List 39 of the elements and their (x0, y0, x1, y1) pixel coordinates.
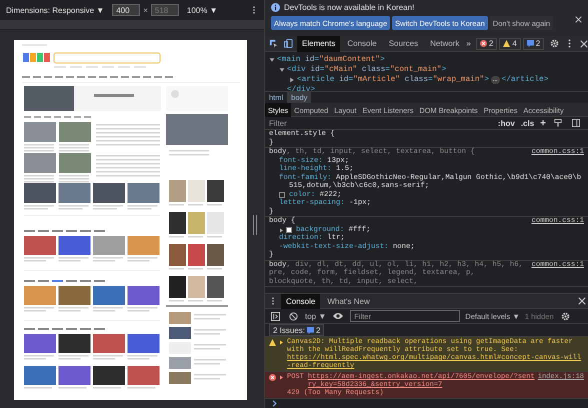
styles-filter-field[interactable]: Filter (269, 118, 492, 128)
issue-counter[interactable]: 2 (476, 38, 498, 50)
panel-tab[interactable]: Sources (384, 36, 424, 52)
drawer-tab[interactable]: Console (281, 294, 320, 308)
message-icon (526, 40, 534, 47)
issue-counter[interactable]: 2 (522, 38, 544, 50)
prompt-chevron-icon (271, 400, 278, 407)
more-tabs-button[interactable]: » (466, 39, 471, 48)
message-icon (307, 326, 314, 334)
classes-button[interactable]: .cls (520, 118, 534, 128)
resize-handle[interactable] (253, 215, 257, 235)
dimensions-dropdown[interactable]: Dimensions: Responsive ▼ (6, 6, 104, 14)
zoom-dropdown[interactable]: 100% ▼ (186, 6, 218, 14)
infobar-message: DevTools is now available in Korean! (284, 3, 414, 12)
device-toggle-icon[interactable] (282, 36, 295, 50)
color-swatch[interactable] (279, 192, 285, 198)
warning-icon (269, 339, 276, 346)
drawer-tab[interactable]: What's New (322, 294, 375, 308)
issues-button[interactable]: 2 Issues: 2 (269, 324, 324, 336)
sidebar-toggle-icon[interactable] (570, 116, 582, 130)
panel-tab[interactable]: Network (425, 36, 464, 52)
close-button[interactable] (575, 16, 582, 23)
issue-counter[interactable]: 4 (499, 38, 521, 50)
warning-icon (503, 40, 510, 47)
info-icon (271, 3, 280, 12)
hover-state-button[interactable]: :hov (498, 118, 515, 128)
width-field[interactable]: 400 (112, 4, 140, 16)
expand-arrow-icon (279, 340, 284, 345)
color-swatch[interactable] (286, 226, 292, 232)
panel-tab[interactable]: Elements (297, 36, 340, 52)
times-sign: × (143, 6, 148, 14)
error-icon (269, 374, 276, 381)
context-dropdown[interactable]: top ▼ (305, 312, 326, 320)
new-rule-button[interactable]: + (540, 118, 546, 128)
sidebar-toggle-icon[interactable] (269, 309, 282, 323)
more-options-icon (250, 6, 258, 14)
panel-tab[interactable]: Console (342, 36, 382, 52)
expand-arrow-icon (279, 375, 284, 380)
error-icon (480, 40, 487, 47)
